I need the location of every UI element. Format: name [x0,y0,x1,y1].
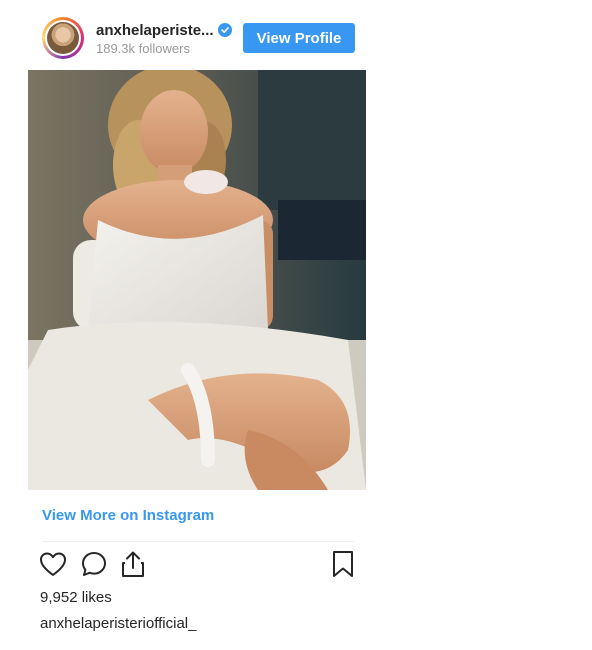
username[interactable]: anxhelaperiste... [96,22,214,39]
likes-count: 9,952 likes [40,589,112,606]
followers-count: 189.3k followers [96,41,190,56]
divider [42,541,354,542]
view-more-link[interactable]: View More on Instagram [42,507,214,524]
post-image[interactable] [28,70,366,490]
avatar-photo [47,22,79,54]
post-header: anxhelaperiste... 189.3k followers View … [28,0,366,70]
caption-username[interactable]: anxhelaperisteriofficial_ [40,615,196,632]
view-profile-button[interactable]: View Profile [243,23,355,53]
share-icon[interactable] [118,549,148,579]
instagram-embed: anxhelaperiste... 189.3k followers View … [28,0,366,650]
verified-badge-icon [218,23,232,37]
bookmark-icon[interactable] [328,549,358,579]
comment-icon[interactable] [79,549,109,579]
avatar[interactable] [42,17,84,59]
heart-icon[interactable] [38,549,68,579]
